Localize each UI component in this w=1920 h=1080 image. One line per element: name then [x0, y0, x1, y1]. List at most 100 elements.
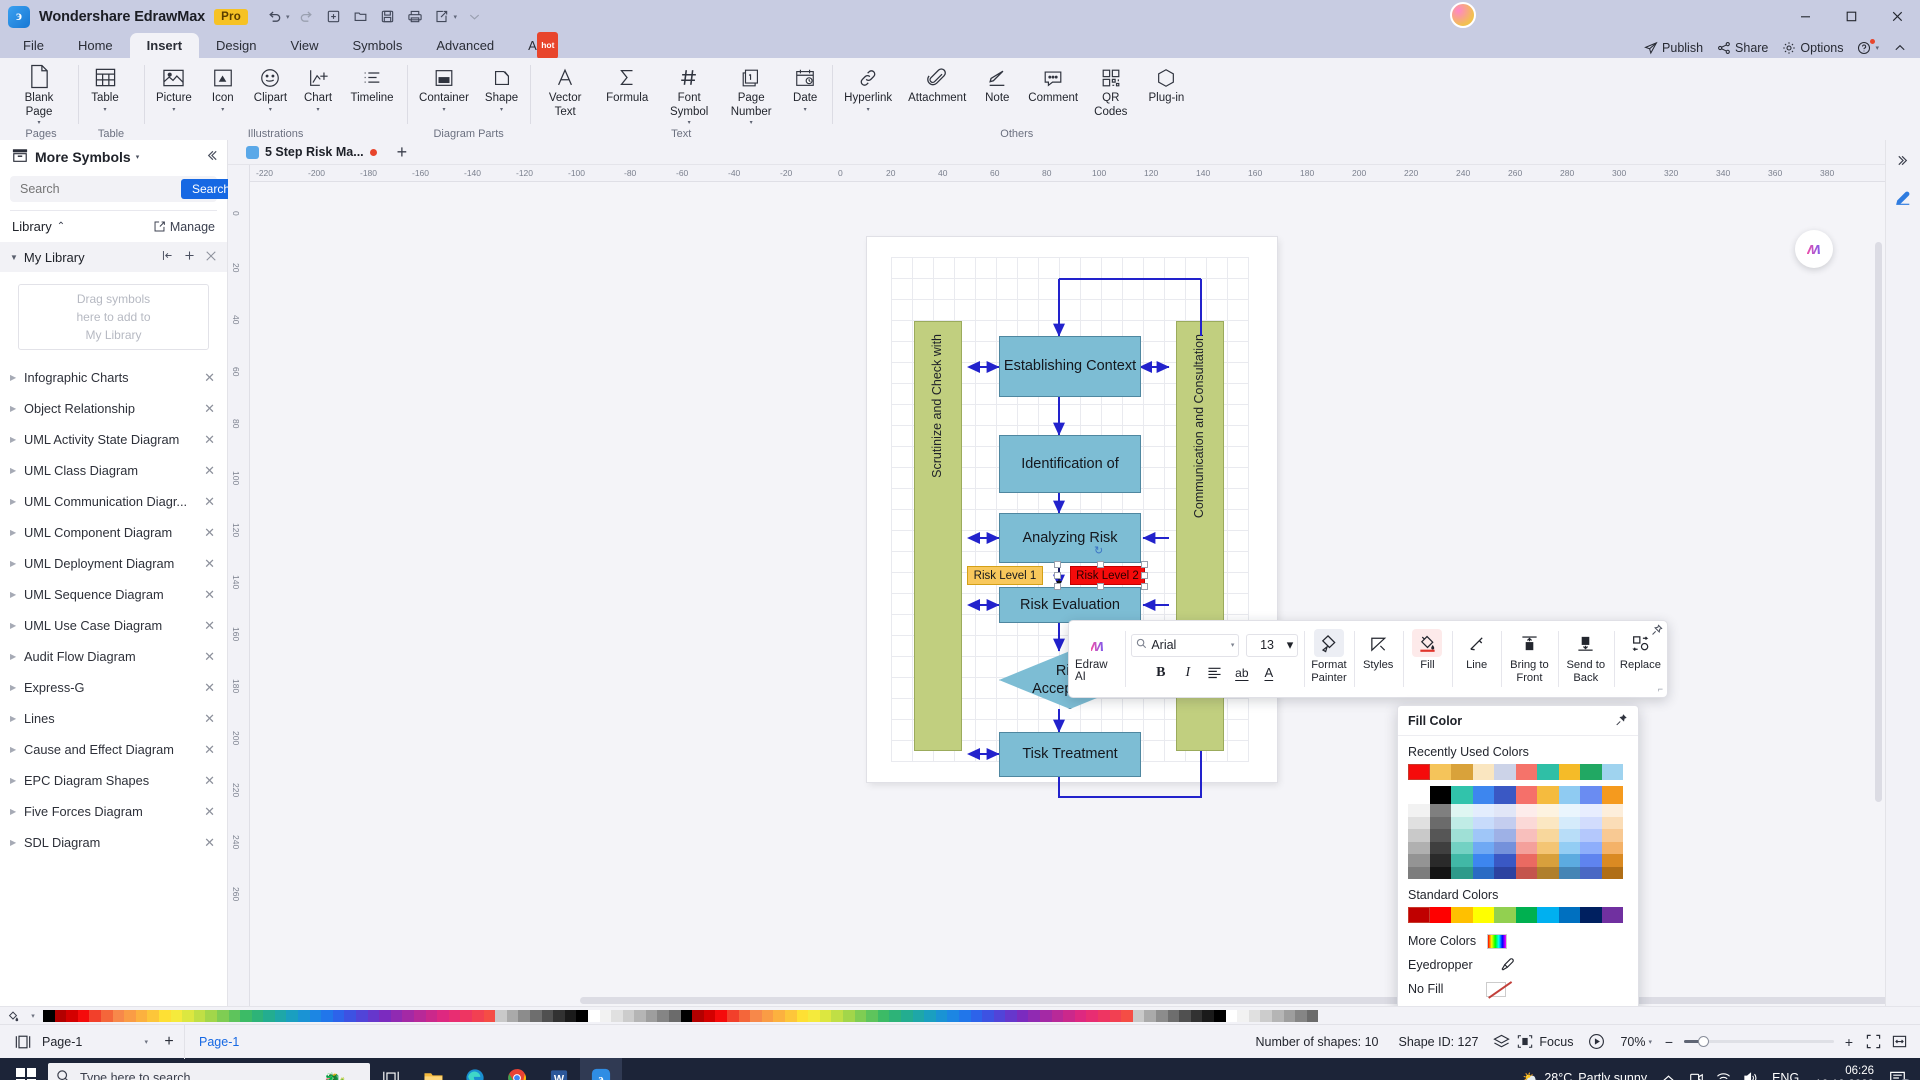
palette-color-swatch[interactable]: [1408, 829, 1430, 842]
node-tisk-treatment[interactable]: Tisk Treatment: [999, 732, 1141, 777]
chevron-down-icon[interactable]: ▾: [1231, 641, 1235, 649]
color-strip-swatch[interactable]: [808, 1009, 820, 1022]
color-strip-swatch[interactable]: [298, 1009, 310, 1022]
color-strip-swatch[interactable]: [842, 1009, 855, 1022]
more-colors-item[interactable]: More Colors: [1398, 929, 1638, 953]
color-strip-swatch[interactable]: [390, 1009, 403, 1022]
color-strip-swatch[interactable]: [309, 1009, 322, 1022]
color-strip-swatch[interactable]: [286, 1009, 299, 1022]
palette-color-swatch[interactable]: [1601, 854, 1623, 867]
category-uml-class-diagram[interactable]: ▶ UML Class Diagram ✕: [0, 455, 227, 486]
palette-color-swatch[interactable]: [1601, 786, 1623, 804]
color-strip-swatch[interactable]: [877, 1009, 890, 1022]
eyedropper-item[interactable]: Eyedropper: [1398, 953, 1638, 977]
palette-color-swatch[interactable]: [1515, 854, 1537, 867]
color-strip-swatch[interactable]: [819, 1009, 832, 1022]
bring-to-front-button[interactable]: Bring to Front: [1501, 621, 1557, 697]
styles-button[interactable]: Styles: [1353, 621, 1403, 697]
color-strip-swatch[interactable]: [54, 1009, 67, 1022]
zoom-slider-knob[interactable]: [1698, 1036, 1709, 1047]
clock-widget[interactable]: 06:26 16-10-2023: [1807, 1064, 1882, 1080]
category-uml-sequence-diagram[interactable]: ▶ UML Sequence Diagram ✕: [0, 579, 227, 610]
menu-tab-view[interactable]: View: [274, 33, 336, 58]
edrawmax-taskbar-icon[interactable]: э: [580, 1058, 622, 1080]
edraw-ai-orb-icon[interactable]: ʍ: [1795, 230, 1833, 268]
category-uml-component-diagram[interactable]: ▶ UML Component Diagram ✕: [0, 517, 227, 548]
color-strip-swatch[interactable]: [1260, 1009, 1272, 1022]
customize-quick-access-icon[interactable]: [462, 5, 487, 29]
file-explorer-icon[interactable]: [412, 1058, 454, 1080]
category-uml-deployment-diagram[interactable]: ▶ UML Deployment Diagram ✕: [0, 548, 227, 579]
zoom-slider-track[interactable]: [1684, 1036, 1834, 1047]
color-strip-swatch[interactable]: [124, 1009, 136, 1022]
no-fill-item[interactable]: No Fill: [1398, 977, 1638, 1001]
category-uml-use-case-diagram[interactable]: ▶ UML Use Case Diagram ✕: [0, 610, 227, 641]
color-strip-swatch[interactable]: [900, 1009, 913, 1022]
palette-color-swatch[interactable]: [1451, 841, 1473, 854]
color-strip-swatch[interactable]: [1295, 1009, 1307, 1022]
share-button[interactable]: Share: [1712, 40, 1773, 56]
menu-tab-advanced[interactable]: Advanced: [419, 33, 511, 58]
palette-color-swatch[interactable]: [1451, 816, 1473, 829]
color-strip-swatch[interactable]: [645, 1009, 658, 1022]
palette-color-swatch[interactable]: [1601, 804, 1623, 817]
palette-color-swatch[interactable]: [1515, 841, 1537, 854]
font-family-select[interactable]: Arial ▾: [1131, 633, 1240, 657]
show-hidden-icons-button[interactable]: [1654, 1058, 1683, 1080]
category-uml-activity-state-diagram[interactable]: ▶ UML Activity State Diagram ✕: [0, 424, 227, 455]
expand-icon[interactable]: ▶: [10, 466, 24, 475]
diagram-page[interactable]: Scrutinize and Check with Communication …: [867, 237, 1277, 798]
color-strip-swatch[interactable]: [831, 1009, 843, 1022]
selection-handle[interactable]: [1097, 561, 1104, 568]
help-button[interactable]: ▾: [1852, 39, 1884, 56]
send-to-back-button[interactable]: Send to Back: [1557, 621, 1614, 697]
add-library-icon[interactable]: [183, 249, 196, 265]
plugin-button[interactable]: Plug-in: [1135, 58, 1197, 106]
palette-color-swatch[interactable]: [1472, 804, 1494, 817]
color-strip-swatch[interactable]: [947, 1009, 959, 1022]
attachment-button[interactable]: Attachment: [900, 58, 974, 106]
palette-color-swatch[interactable]: [1601, 829, 1623, 842]
color-strip-swatch[interactable]: [251, 1009, 264, 1022]
pin-icon[interactable]: [1615, 713, 1628, 729]
selection-handle[interactable]: [1141, 561, 1148, 568]
color-strip-swatch[interactable]: [1156, 1009, 1168, 1022]
standard-color-swatch[interactable]: [1494, 907, 1516, 923]
palette-color-swatch[interactable]: [1558, 854, 1580, 867]
notification-center-button[interactable]: 18: [1882, 1058, 1913, 1080]
chart-caret-icon[interactable]: ▾: [317, 107, 320, 113]
undo-caret-icon[interactable]: ▾: [286, 13, 290, 21]
close-icon[interactable]: ✕: [204, 742, 215, 758]
table-button[interactable]: Table ▾: [82, 58, 128, 113]
note-button[interactable]: Note: [974, 58, 1020, 106]
icon-button[interactable]: Icon ▾: [200, 58, 246, 113]
pin-icon[interactable]: [1651, 624, 1663, 639]
color-strip-caret-icon[interactable]: ▾: [23, 1012, 43, 1020]
close-icon[interactable]: ✕: [204, 680, 215, 696]
color-strip-swatch[interactable]: [66, 1009, 78, 1022]
palette-color-swatch[interactable]: [1601, 841, 1623, 854]
recent-color-swatch[interactable]: [1429, 764, 1451, 780]
expand-icon[interactable]: ▶: [10, 528, 24, 537]
standard-color-swatch[interactable]: [1580, 907, 1602, 923]
palette-color-swatch[interactable]: [1537, 829, 1559, 842]
palette-color-swatch[interactable]: [1429, 866, 1451, 879]
palette-color-swatch[interactable]: [1601, 816, 1623, 829]
color-strip-swatch[interactable]: [1051, 1009, 1064, 1022]
expand-icon[interactable]: ▶: [10, 714, 24, 723]
fit-page-icon[interactable]: [1860, 1029, 1886, 1055]
shape-button[interactable]: Shape ▾: [477, 58, 526, 113]
manage-button[interactable]: Manage: [153, 220, 215, 234]
open-icon[interactable]: [348, 5, 373, 29]
palette-color-swatch[interactable]: [1601, 866, 1623, 879]
bold-button[interactable]: B: [1149, 661, 1173, 685]
color-strip-swatch[interactable]: [1016, 1009, 1029, 1022]
standard-color-swatch[interactable]: [1451, 907, 1473, 923]
palette-color-swatch[interactable]: [1580, 786, 1602, 804]
hyperlink-caret-icon[interactable]: ▾: [867, 107, 870, 113]
search-input[interactable]: [20, 182, 181, 196]
palette-color-swatch[interactable]: [1408, 854, 1430, 867]
page-tab-page-1[interactable]: Page-1: [184, 1024, 253, 1059]
standard-color-swatch[interactable]: [1408, 907, 1430, 923]
color-strip-swatch[interactable]: [889, 1009, 901, 1022]
